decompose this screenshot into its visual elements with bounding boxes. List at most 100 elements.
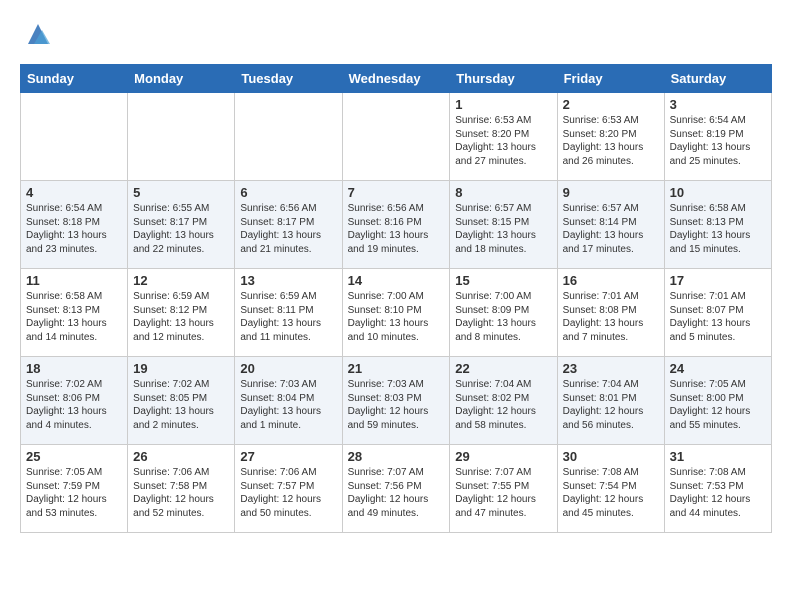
day-number: 4 — [26, 185, 122, 200]
calendar-cell: 15 Sunrise: 7:00 AM Sunset: 8:09 PM Dayli… — [450, 269, 557, 357]
day-info: Sunrise: 7:03 AM Sunset: 8:04 PM Dayligh… — [240, 378, 336, 432]
calendar-week-3: 11Sunrise: 6:58 AM Sunset: 8:13 PM Dayli… — [21, 269, 772, 357]
calendar-cell: 7 Sunrise: 6:56 AM Sunset: 8:16 PM Daylig… — [342, 181, 450, 269]
day-number: 23 — [563, 361, 659, 376]
day-info: Sunrise: 6:57 AM Sunset: 8:14 PM Dayligh… — [563, 202, 659, 256]
day-number: 26 — [133, 449, 229, 464]
day-info: Sunrise: 6:56 AM Sunset: 8:17 PM Dayligh… — [240, 202, 336, 256]
calendar-cell: 4 Sunrise: 6:54 AM Sunset: 8:18 PM Daylig… — [21, 181, 128, 269]
day-number: 15 — [455, 273, 551, 288]
day-number: 17 — [670, 273, 766, 288]
logo-icon — [24, 20, 52, 48]
day-number: 2 — [563, 97, 659, 112]
calendar-cell: 19 Sunrise: 7:02 AM Sunset: 8:05 PM Dayli… — [128, 357, 235, 445]
day-info: Sunrise: 6:53 AM Sunset: 8:20 PM Dayligh… — [455, 114, 551, 168]
calendar-cell: 21Sunrise: 7:03 AM Sunset: 8:03 PM Dayli… — [342, 357, 450, 445]
col-header-sunday: Sunday — [21, 65, 128, 93]
day-info: Sunrise: 7:02 AM Sunset: 8:06 PM Dayligh… — [26, 378, 122, 432]
day-number: 21 — [348, 361, 445, 376]
header-row: SundayMondayTuesdayWednesdayThursdayFrid… — [21, 65, 772, 93]
calendar-cell: 28 Sunrise: 7:07 AM Sunset: 7:56 PM Dayli… — [342, 445, 450, 533]
day-info: Sunrise: 7:08 AM Sunset: 7:54 PM Dayligh… — [563, 466, 659, 520]
day-number: 8 — [455, 185, 551, 200]
day-number: 22 — [455, 361, 551, 376]
day-number: 27 — [240, 449, 336, 464]
day-number: 1 — [455, 97, 551, 112]
day-info: Sunrise: 7:00 AM Sunset: 8:09 PM Dayligh… — [455, 290, 551, 344]
day-info: Sunrise: 7:08 AM Sunset: 7:53 PM Dayligh… — [670, 466, 766, 520]
calendar-cell: 3 Sunrise: 6:54 AM Sunset: 8:19 PM Daylig… — [664, 93, 771, 181]
day-info: Sunrise: 6:58 AM Sunset: 8:13 PM Dayligh… — [26, 290, 122, 344]
day-number: 12 — [133, 273, 229, 288]
calendar-cell: 18 Sunrise: 7:02 AM Sunset: 8:06 PM Dayli… — [21, 357, 128, 445]
calendar-cell: 23 Sunrise: 7:04 AM Sunset: 8:01 PM Dayli… — [557, 357, 664, 445]
col-header-thursday: Thursday — [450, 65, 557, 93]
day-info: Sunrise: 7:04 AM Sunset: 8:02 PM Dayligh… — [455, 378, 551, 432]
day-number: 10 — [670, 185, 766, 200]
calendar-cell: 22 Sunrise: 7:04 AM Sunset: 8:02 PM Dayli… — [450, 357, 557, 445]
day-info: Sunrise: 7:01 AM Sunset: 8:08 PM Dayligh… — [563, 290, 659, 344]
calendar-cell: 11Sunrise: 6:58 AM Sunset: 8:13 PM Dayli… — [21, 269, 128, 357]
calendar-cell: 8 Sunrise: 6:57 AM Sunset: 8:15 PM Daylig… — [450, 181, 557, 269]
day-info: Sunrise: 7:06 AM Sunset: 7:57 PM Dayligh… — [240, 466, 336, 520]
calendar-week-1: 1 Sunrise: 6:53 AM Sunset: 8:20 PM Daylig… — [21, 93, 772, 181]
day-number: 16 — [563, 273, 659, 288]
day-number: 7 — [348, 185, 445, 200]
day-info: Sunrise: 7:05 AM Sunset: 8:00 PM Dayligh… — [670, 378, 766, 432]
calendar-cell: 6 Sunrise: 6:56 AM Sunset: 8:17 PM Daylig… — [235, 181, 342, 269]
day-info: Sunrise: 6:56 AM Sunset: 8:16 PM Dayligh… — [348, 202, 445, 256]
day-info: Sunrise: 7:07 AM Sunset: 7:56 PM Dayligh… — [348, 466, 445, 520]
calendar-cell — [21, 93, 128, 181]
calendar-cell: 12 Sunrise: 6:59 AM Sunset: 8:12 PM Dayli… — [128, 269, 235, 357]
col-header-friday: Friday — [557, 65, 664, 93]
calendar-week-4: 18 Sunrise: 7:02 AM Sunset: 8:06 PM Dayli… — [21, 357, 772, 445]
day-number: 31 — [670, 449, 766, 464]
day-number: 30 — [563, 449, 659, 464]
calendar-cell: 27 Sunrise: 7:06 AM Sunset: 7:57 PM Dayli… — [235, 445, 342, 533]
calendar-cell: 10 Sunrise: 6:58 AM Sunset: 8:13 PM Dayli… — [664, 181, 771, 269]
calendar-cell: 29 Sunrise: 7:07 AM Sunset: 7:55 PM Dayli… — [450, 445, 557, 533]
day-info: Sunrise: 7:02 AM Sunset: 8:05 PM Dayligh… — [133, 378, 229, 432]
day-info: Sunrise: 6:53 AM Sunset: 8:20 PM Dayligh… — [563, 114, 659, 168]
day-number: 18 — [26, 361, 122, 376]
day-info: Sunrise: 6:54 AM Sunset: 8:19 PM Dayligh… — [670, 114, 766, 168]
day-number: 19 — [133, 361, 229, 376]
day-info: Sunrise: 6:54 AM Sunset: 8:18 PM Dayligh… — [26, 202, 122, 256]
day-info: Sunrise: 6:58 AM Sunset: 8:13 PM Dayligh… — [670, 202, 766, 256]
header — [20, 20, 772, 48]
col-header-saturday: Saturday — [664, 65, 771, 93]
calendar-cell — [128, 93, 235, 181]
day-info: Sunrise: 6:59 AM Sunset: 8:12 PM Dayligh… — [133, 290, 229, 344]
day-info: Sunrise: 6:59 AM Sunset: 8:11 PM Dayligh… — [240, 290, 336, 344]
calendar-cell — [235, 93, 342, 181]
calendar-cell: 9 Sunrise: 6:57 AM Sunset: 8:14 PM Daylig… — [557, 181, 664, 269]
calendar-cell: 26 Sunrise: 7:06 AM Sunset: 7:58 PM Dayli… — [128, 445, 235, 533]
logo — [20, 20, 52, 48]
col-header-tuesday: Tuesday — [235, 65, 342, 93]
day-info: Sunrise: 7:01 AM Sunset: 8:07 PM Dayligh… — [670, 290, 766, 344]
calendar-cell: 20Sunrise: 7:03 AM Sunset: 8:04 PM Dayli… — [235, 357, 342, 445]
day-number: 28 — [348, 449, 445, 464]
calendar-cell: 5Sunrise: 6:55 AM Sunset: 8:17 PM Daylig… — [128, 181, 235, 269]
col-header-wednesday: Wednesday — [342, 65, 450, 93]
col-header-monday: Monday — [128, 65, 235, 93]
day-info: Sunrise: 6:57 AM Sunset: 8:15 PM Dayligh… — [455, 202, 551, 256]
day-info: Sunrise: 7:06 AM Sunset: 7:58 PM Dayligh… — [133, 466, 229, 520]
day-number: 25 — [26, 449, 122, 464]
calendar-cell: 30 Sunrise: 7:08 AM Sunset: 7:54 PM Dayli… — [557, 445, 664, 533]
day-number: 14 — [348, 273, 445, 288]
day-info: Sunrise: 7:04 AM Sunset: 8:01 PM Dayligh… — [563, 378, 659, 432]
calendar-cell: 2 Sunrise: 6:53 AM Sunset: 8:20 PM Daylig… — [557, 93, 664, 181]
day-number: 3 — [670, 97, 766, 112]
day-info: Sunrise: 7:05 AM Sunset: 7:59 PM Dayligh… — [26, 466, 122, 520]
calendar-cell: 24Sunrise: 7:05 AM Sunset: 8:00 PM Dayli… — [664, 357, 771, 445]
day-number: 9 — [563, 185, 659, 200]
day-info: Sunrise: 7:00 AM Sunset: 8:10 PM Dayligh… — [348, 290, 445, 344]
calendar-cell: 16 Sunrise: 7:01 AM Sunset: 8:08 PM Dayli… — [557, 269, 664, 357]
day-info: Sunrise: 7:07 AM Sunset: 7:55 PM Dayligh… — [455, 466, 551, 520]
calendar-table: SundayMondayTuesdayWednesdayThursdayFrid… — [20, 64, 772, 533]
calendar-cell: 13Sunrise: 6:59 AM Sunset: 8:11 PM Dayli… — [235, 269, 342, 357]
day-number: 6 — [240, 185, 336, 200]
calendar-cell: 17 Sunrise: 7:01 AM Sunset: 8:07 PM Dayli… — [664, 269, 771, 357]
day-number: 29 — [455, 449, 551, 464]
